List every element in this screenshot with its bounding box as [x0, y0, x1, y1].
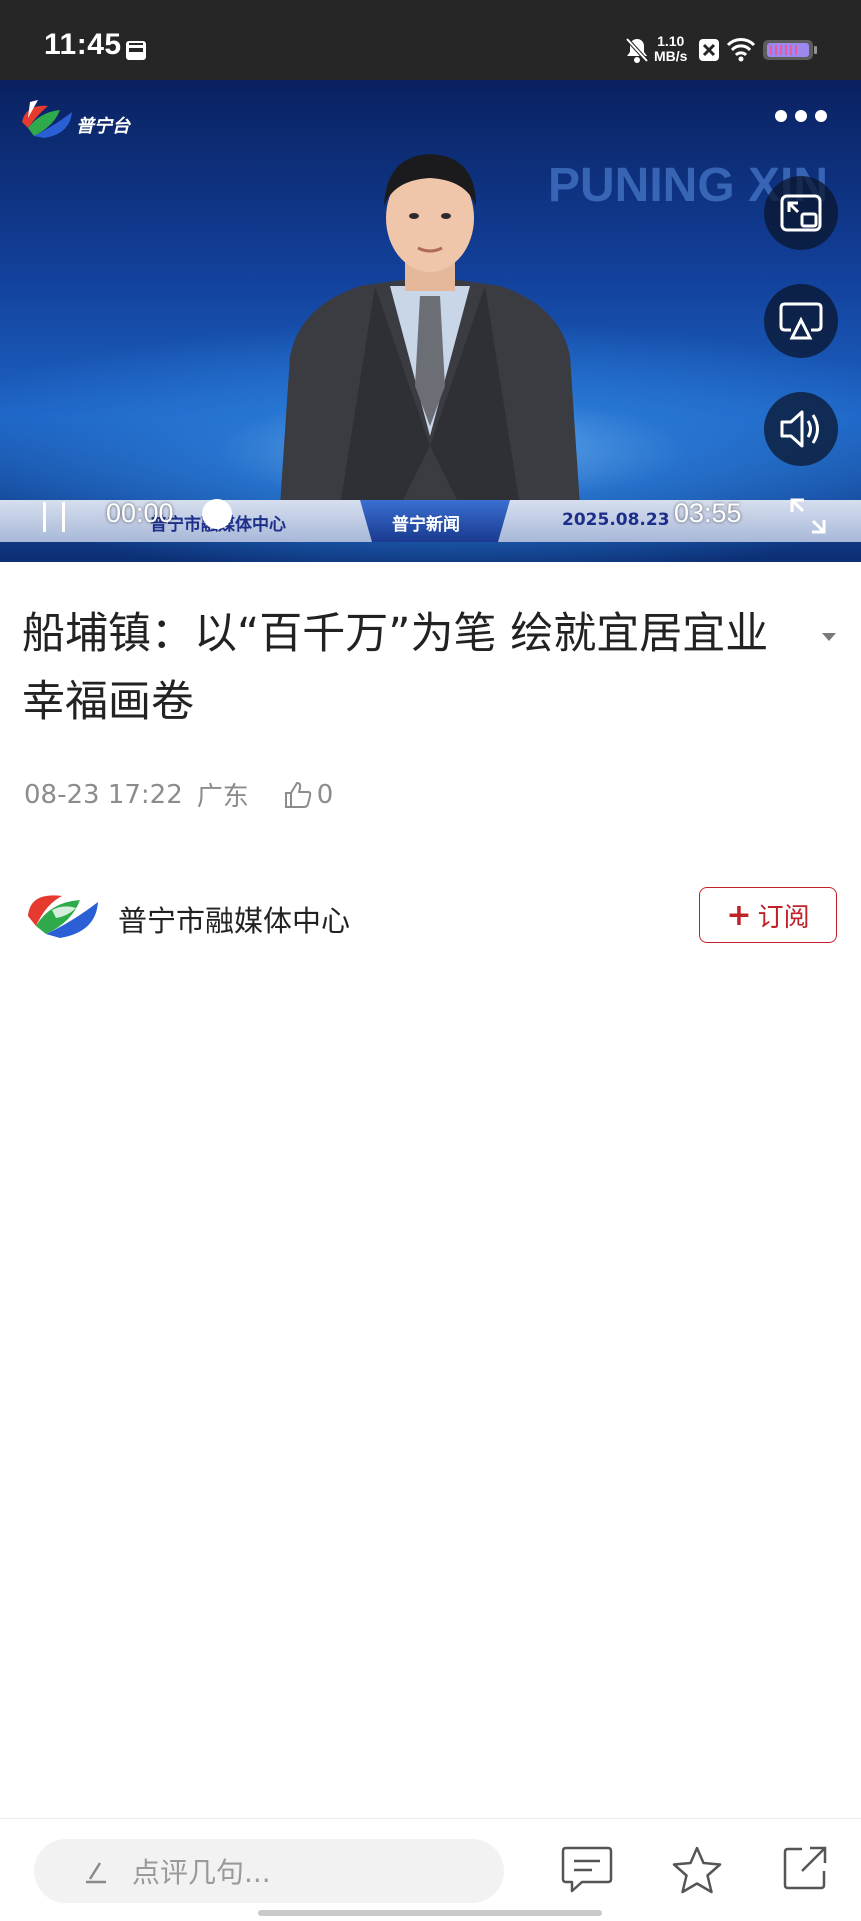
net-speed: 1.10 MB/s: [654, 34, 687, 64]
comment-icon[interactable]: [560, 1845, 614, 1899]
thumbs-up-icon: [284, 781, 312, 808]
home-indicator[interactable]: [258, 1910, 602, 1916]
more-icon[interactable]: [774, 108, 828, 127]
status-time: 11:45: [44, 28, 122, 61]
like-count: 0: [316, 779, 334, 810]
subscribe-button[interactable]: + 订阅: [699, 887, 837, 943]
article-date: 08-23 17:22: [24, 779, 183, 810]
calendar-icon: [124, 38, 148, 66]
current-time: 00:00: [106, 498, 174, 528]
pip-icon: [780, 194, 822, 232]
progress-scrubber[interactable]: [202, 499, 232, 529]
news-anchor-image: [280, 154, 580, 506]
video-player[interactable]: PUNING XIN 普宁台 普宁新闻 2025.08.23 00:00 03:…: [0, 80, 861, 562]
channel-name: 普宁台: [76, 116, 130, 137]
subscribe-label: 订阅: [757, 902, 810, 933]
cast-button[interactable]: [764, 284, 838, 358]
ticker-date-text: 2025.08.23: [562, 510, 670, 530]
wifi-icon: [726, 36, 756, 66]
pip-button[interactable]: [764, 176, 838, 250]
expand-caret-icon[interactable]: [820, 628, 838, 647]
comment-placeholder: 点评几句...: [132, 1856, 271, 1889]
cast-icon: [779, 302, 823, 340]
plus-icon: +: [726, 897, 752, 933]
channel-logo-icon: [22, 100, 72, 138]
status-bar: 11:45 1.10 MB/s: [0, 0, 861, 80]
battery-icon: [762, 38, 818, 66]
duration: 03:55: [674, 498, 742, 528]
volume-icon: [780, 410, 819, 448]
publisher-name[interactable]: 普宁市融媒体中心: [118, 898, 350, 940]
article-title: 船埔镇：以“百千万”为笔 绘就宜居宜业幸福画卷: [22, 609, 769, 727]
pen-icon: [86, 1862, 106, 1884]
net-speed-unit: MB/s: [654, 48, 688, 64]
article-meta: 08-23 17:22 广东 0: [24, 776, 333, 813]
publisher-logo-icon[interactable]: [26, 886, 102, 942]
volume-button[interactable]: [764, 392, 838, 466]
article-region: 广东: [196, 782, 249, 812]
pause-icon[interactable]: [40, 500, 70, 538]
like-button[interactable]: 0: [283, 779, 334, 810]
comment-input[interactable]: 点评几句...: [34, 1839, 504, 1903]
fullscreen-icon[interactable]: [788, 496, 828, 540]
close-box-icon: [698, 38, 720, 66]
net-speed-value: 1.10: [657, 33, 685, 49]
mute-icon: [624, 36, 650, 68]
star-icon[interactable]: [670, 1845, 724, 1901]
bottom-action-bar: 点评几句...: [0, 1818, 861, 1921]
share-icon[interactable]: [782, 1845, 828, 1895]
ticker-center-text: 普宁新闻: [392, 515, 460, 535]
